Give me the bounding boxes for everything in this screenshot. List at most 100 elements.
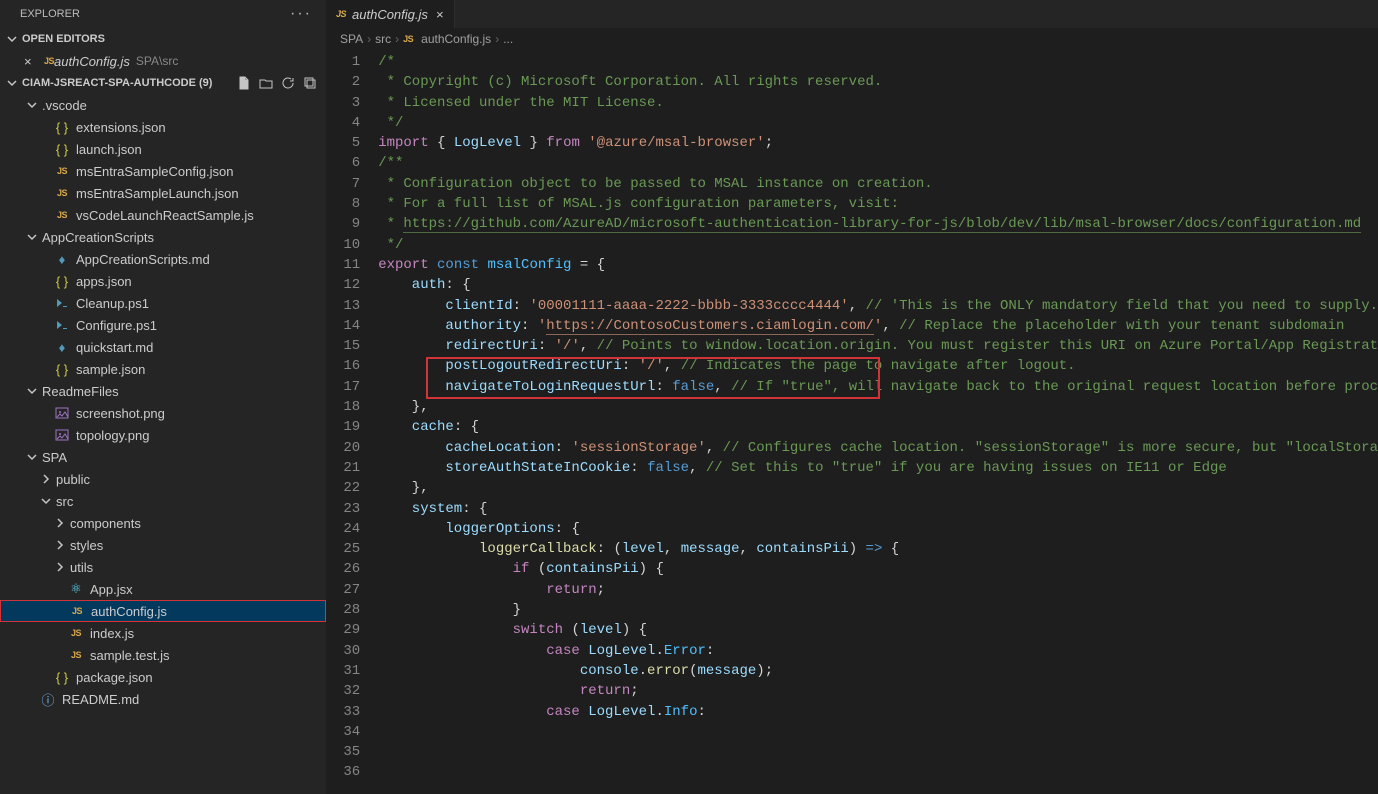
- folder-item[interactable]: SPA: [0, 446, 326, 468]
- code-line[interactable]: loggerOptions: {: [378, 519, 1378, 539]
- tree-item-label: apps.json: [76, 274, 132, 289]
- tree-item-label: public: [56, 472, 90, 487]
- code-line[interactable]: cache: {: [378, 417, 1378, 437]
- project-header[interactable]: CIAM-JSREACT-SPA-AUTHCODE (9): [0, 72, 326, 94]
- chevron-right-icon: ›: [395, 32, 399, 46]
- code-line[interactable]: postLogoutRedirectUri: '/', // Indicates…: [378, 356, 1378, 376]
- tree-item-label: src: [56, 494, 73, 509]
- collapse-all-icon[interactable]: [302, 75, 318, 91]
- folder-item[interactable]: components: [0, 512, 326, 534]
- file-item[interactable]: { }apps.json: [0, 270, 326, 292]
- folder-item[interactable]: public: [0, 468, 326, 490]
- refresh-icon[interactable]: [280, 75, 296, 91]
- folder-item[interactable]: styles: [0, 534, 326, 556]
- new-file-icon[interactable]: [236, 75, 252, 91]
- code-line[interactable]: * Licensed under the MIT License.: [378, 93, 1378, 113]
- explorer-more-icon[interactable]: ···: [290, 5, 312, 23]
- breadcrumb-item[interactable]: ...: [503, 32, 513, 46]
- tab-filename: authConfig.js: [352, 7, 428, 22]
- code-line[interactable]: return;: [378, 580, 1378, 600]
- new-folder-icon[interactable]: [258, 75, 274, 91]
- code-line[interactable]: return;: [378, 681, 1378, 701]
- file-item[interactable]: JSvsCodeLaunchReactSample.js: [0, 204, 326, 226]
- code-line[interactable]: cacheLocation: 'sessionStorage', // Conf…: [378, 438, 1378, 458]
- code-line[interactable]: export const msalConfig = {: [378, 255, 1378, 275]
- code-line[interactable]: */: [378, 235, 1378, 255]
- tree-item-label: Configure.ps1: [76, 318, 157, 333]
- code-line[interactable]: /*: [378, 52, 1378, 72]
- code-line[interactable]: navigateToLoginRequestUrl: false, // If …: [378, 377, 1378, 397]
- tree-item-label: .vscode: [42, 98, 87, 113]
- code-line[interactable]: loggerCallback: (level, message, contain…: [378, 539, 1378, 559]
- code-line[interactable]: system: {: [378, 499, 1378, 519]
- breadcrumb-item[interactable]: SPA: [340, 32, 363, 46]
- folder-item[interactable]: ReadmeFiles: [0, 380, 326, 402]
- file-item[interactable]: ♦quickstart.md: [0, 336, 326, 358]
- file-item[interactable]: ♦AppCreationScripts.md: [0, 248, 326, 270]
- breadcrumb-item[interactable]: src: [375, 32, 391, 46]
- code-line[interactable]: * https://github.com/AzureAD/microsoft-a…: [378, 214, 1378, 234]
- open-editor-item[interactable]: × JS authConfig.js SPA\src: [0, 50, 326, 72]
- file-item[interactable]: Cleanup.ps1: [0, 292, 326, 314]
- code-line[interactable]: case LogLevel.Info:: [378, 702, 1378, 722]
- line-gutter: 1234567891011121314151617181920212223242…: [326, 50, 378, 794]
- tree-item-label: ReadmeFiles: [42, 384, 119, 399]
- editor-tab[interactable]: JS authConfig.js ×: [326, 0, 455, 28]
- js-file-icon: JS: [44, 56, 54, 66]
- file-item[interactable]: { }sample.json: [0, 358, 326, 380]
- file-item[interactable]: topology.png: [0, 424, 326, 446]
- folder-item[interactable]: .vscode: [0, 94, 326, 116]
- tree-item-label: quickstart.md: [76, 340, 153, 355]
- breadcrumb-item[interactable]: authConfig.js: [421, 32, 491, 46]
- open-editors-header[interactable]: OPEN EDITORS: [0, 28, 326, 50]
- code-line[interactable]: case LogLevel.Error:: [378, 641, 1378, 661]
- tree-item-label: sample.test.js: [90, 648, 169, 663]
- code-line[interactable]: console.error(message);: [378, 661, 1378, 681]
- code-line[interactable]: auth: {: [378, 275, 1378, 295]
- breadcrumb[interactable]: SPA › src › JS authConfig.js › ...: [326, 28, 1378, 50]
- code-line[interactable]: redirectUri: '/', // Points to window.lo…: [378, 336, 1378, 356]
- file-item[interactable]: JSindex.js: [0, 622, 326, 644]
- folder-item[interactable]: utils: [0, 556, 326, 578]
- code-line[interactable]: switch (level) {: [378, 620, 1378, 640]
- code-line[interactable]: authority: 'https://ContosoCustomers.cia…: [378, 316, 1378, 336]
- code-line[interactable]: * Copyright (c) Microsoft Corporation. A…: [378, 72, 1378, 92]
- code-line[interactable]: */: [378, 113, 1378, 133]
- code-line[interactable]: },: [378, 478, 1378, 498]
- tree-item-label: AppCreationScripts: [42, 230, 154, 245]
- chevron-down-icon: [4, 75, 20, 91]
- tree-item-label: msEntraSampleConfig.json: [76, 164, 234, 179]
- file-item[interactable]: { }launch.json: [0, 138, 326, 160]
- chevron-down-icon: [4, 31, 20, 47]
- code-content[interactable]: /* * Copyright (c) Microsoft Corporation…: [378, 50, 1378, 794]
- tree-item-label: index.js: [90, 626, 134, 641]
- code-editor[interactable]: 1234567891011121314151617181920212223242…: [326, 50, 1378, 794]
- folder-item[interactable]: src: [0, 490, 326, 512]
- code-line[interactable]: storeAuthStateInCookie: false, // Set th…: [378, 458, 1378, 478]
- file-item[interactable]: JSsample.test.js: [0, 644, 326, 666]
- file-item[interactable]: Configure.ps1: [0, 314, 326, 336]
- file-item[interactable]: ⚛App.jsx: [0, 578, 326, 600]
- code-line[interactable]: import { LogLevel } from '@azure/msal-br…: [378, 133, 1378, 153]
- code-line[interactable]: * Configuration object to be passed to M…: [378, 174, 1378, 194]
- tree-item-label: screenshot.png: [76, 406, 165, 421]
- close-icon[interactable]: ×: [24, 54, 40, 69]
- file-item[interactable]: JSmsEntraSampleConfig.json: [0, 160, 326, 182]
- code-line[interactable]: clientId: '00001111-aaaa-2222-bbbb-3333c…: [378, 296, 1378, 316]
- code-line[interactable]: /**: [378, 153, 1378, 173]
- file-item[interactable]: { }package.json: [0, 666, 326, 688]
- code-line[interactable]: },: [378, 397, 1378, 417]
- folder-item[interactable]: AppCreationScripts: [0, 226, 326, 248]
- file-item[interactable]: { }extensions.json: [0, 116, 326, 138]
- code-line[interactable]: }: [378, 600, 1378, 620]
- file-item[interactable]: ⓘREADME.md: [0, 688, 326, 710]
- file-item[interactable]: JSmsEntraSampleLaunch.json: [0, 182, 326, 204]
- explorer-sidebar: EXPLORER ··· OPEN EDITORS × JS authConfi…: [0, 0, 326, 794]
- tree-item-label: components: [70, 516, 141, 531]
- code-line[interactable]: if (containsPii) {: [378, 559, 1378, 579]
- file-item[interactable]: JSauthConfig.js: [0, 600, 326, 622]
- close-icon[interactable]: ×: [436, 7, 444, 22]
- file-item[interactable]: screenshot.png: [0, 402, 326, 424]
- code-line[interactable]: * For a full list of MSAL.js configurati…: [378, 194, 1378, 214]
- tree-item-label: App.jsx: [90, 582, 133, 597]
